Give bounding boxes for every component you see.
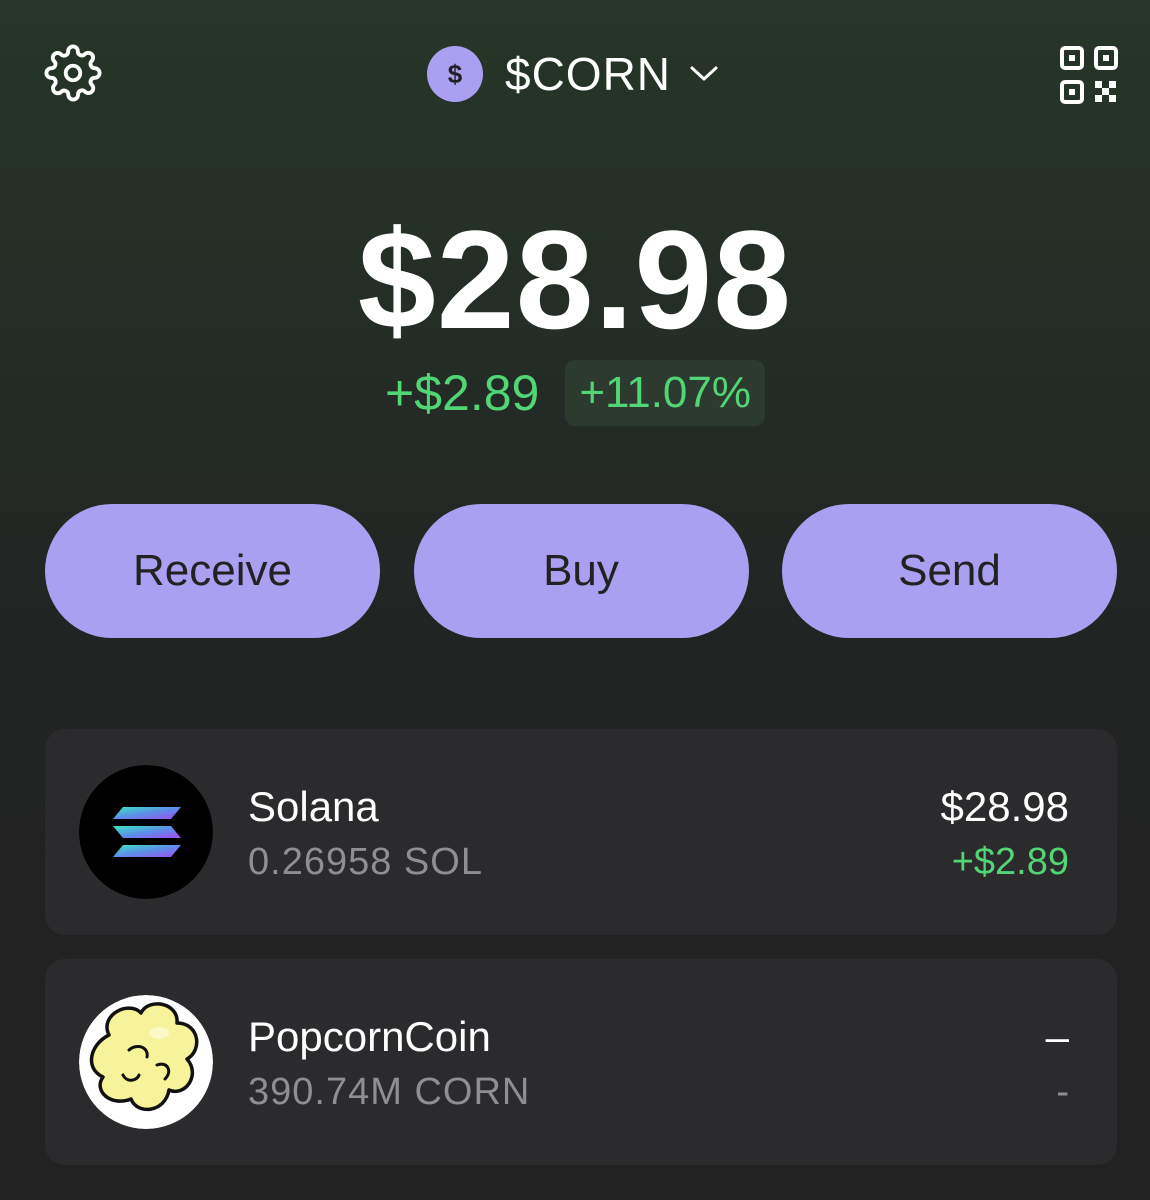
account-initial: $: [447, 58, 463, 89]
gear-icon: [44, 44, 102, 102]
balance-change-row: +$2.89 +11.07%: [0, 360, 1150, 426]
token-change: +$2.89: [951, 841, 1069, 883]
token-row-solana[interactable]: Solana 0.26958 SOL $28.98 +$2.89: [45, 729, 1117, 935]
buy-button[interactable]: Buy: [413, 504, 749, 638]
balance-change-percent-badge: +11.07%: [565, 360, 765, 426]
account-name: $CORN: [505, 48, 672, 100]
qr-code-button[interactable]: [1058, 44, 1120, 106]
token-change: -: [1056, 1071, 1069, 1113]
token-value: $28.98: [940, 783, 1069, 830]
qr-code-icon: [1060, 46, 1118, 104]
chevron-down-icon: [689, 64, 719, 84]
token-name: Solana: [248, 783, 379, 830]
token-row-popcorncoin[interactable]: PopcornCoin 390.74M CORN – -: [45, 959, 1117, 1165]
settings-button[interactable]: [40, 40, 106, 106]
receive-button[interactable]: Receive: [45, 504, 380, 638]
solana-logo-icon: [79, 765, 213, 899]
action-buttons: Receive Buy Send: [45, 504, 1117, 638]
total-balance: $28.98: [357, 201, 793, 358]
token-value: –: [1045, 1013, 1069, 1060]
balance-change-amount: +$2.89: [385, 365, 540, 421]
token-name: PopcornCoin: [248, 1013, 491, 1060]
account-avatar: $: [427, 46, 483, 102]
popcorn-logo-icon: [79, 995, 213, 1129]
top-bar: $ $CORN: [0, 0, 1150, 150]
token-amount: 0.26958 SOL: [248, 841, 483, 883]
token-amount: 390.74M CORN: [248, 1071, 531, 1113]
send-button[interactable]: Send: [782, 504, 1117, 638]
account-selector[interactable]: $ $CORN: [427, 44, 719, 104]
